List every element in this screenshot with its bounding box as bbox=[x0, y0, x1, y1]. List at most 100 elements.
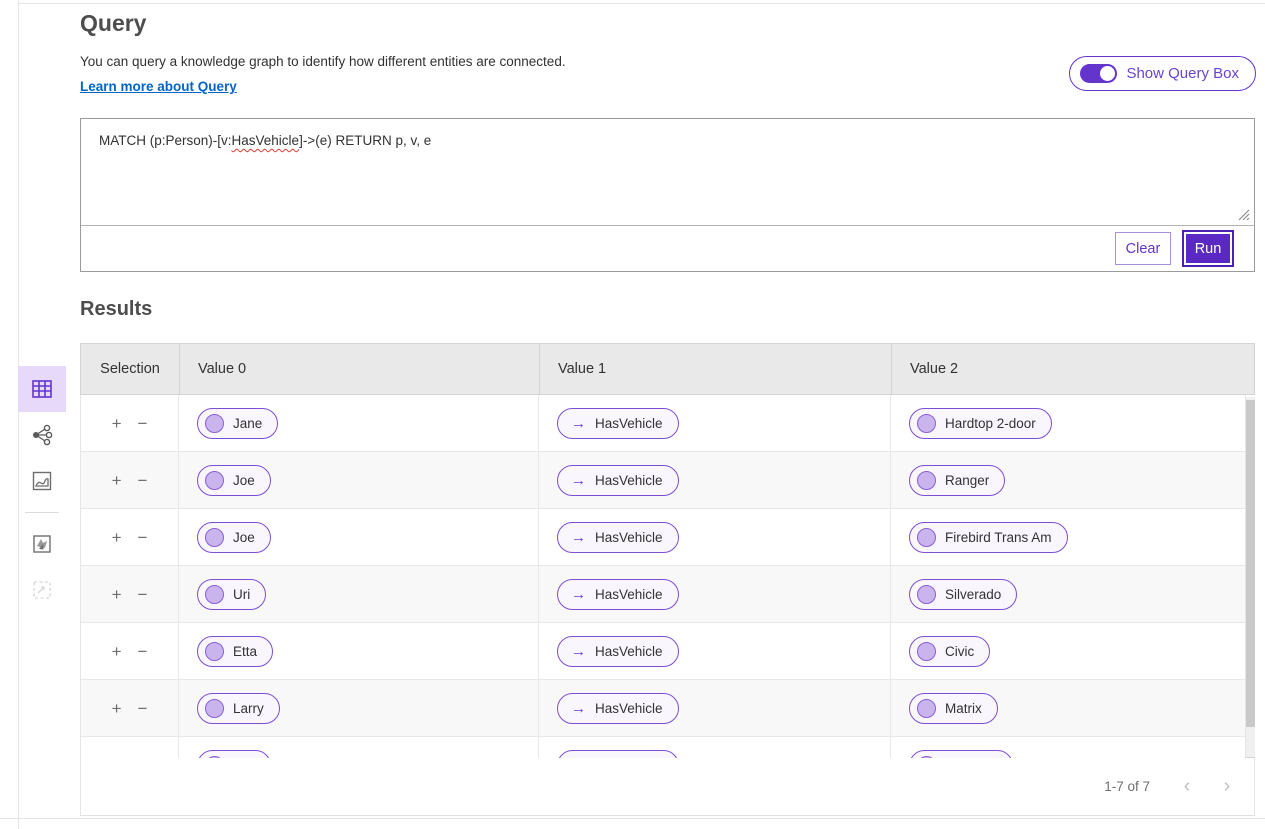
remove-from-selection-button[interactable]: − bbox=[138, 700, 148, 717]
value0-cell: Etta bbox=[178, 623, 538, 679]
table-scrollbar-thumb[interactable] bbox=[1246, 400, 1255, 727]
entity-pill[interactable]: Joe bbox=[197, 750, 271, 759]
entity-circle-icon bbox=[205, 585, 224, 604]
entity-pill[interactable]: Civic bbox=[909, 636, 990, 667]
column-header-selection: Selection bbox=[81, 344, 179, 394]
results-heading: Results bbox=[80, 298, 152, 321]
entity-label: Ranger bbox=[945, 473, 989, 488]
add-to-selection-button[interactable]: + bbox=[112, 586, 122, 603]
map-view-button[interactable] bbox=[18, 458, 66, 504]
value2-cell: Firebird Trans Am bbox=[890, 509, 1245, 565]
remove-from-selection-button[interactable]: − bbox=[138, 529, 148, 546]
pagination-prev-button[interactable]: ‹ bbox=[1174, 775, 1200, 798]
entity-circle-icon bbox=[917, 642, 936, 661]
entity-pill[interactable]: Etta bbox=[197, 636, 273, 667]
table-row: + − Etta → HasVehicle Civic bbox=[81, 623, 1245, 680]
entity-pill[interactable]: Joe bbox=[197, 522, 271, 553]
remove-from-selection-button[interactable]: − bbox=[138, 757, 148, 759]
relationship-label: HasVehicle bbox=[595, 416, 663, 431]
entity-circle-icon bbox=[205, 642, 224, 661]
entity-circle-icon bbox=[205, 756, 224, 759]
entity-circle-icon bbox=[917, 414, 936, 433]
relationship-pill[interactable]: → HasVehicle bbox=[557, 693, 679, 724]
resize-handle-icon[interactable] bbox=[1237, 208, 1251, 222]
relationship-pill[interactable]: → HasVehicle bbox=[557, 522, 679, 553]
entity-pill[interactable]: Firebird Trans Am bbox=[909, 522, 1068, 553]
run-button[interactable]: Run bbox=[1184, 232, 1232, 265]
entity-circle-icon bbox=[917, 699, 936, 718]
arrow-right-icon: → bbox=[571, 643, 586, 660]
remove-from-selection-button[interactable]: − bbox=[138, 472, 148, 489]
value0-cell: Uri bbox=[178, 566, 538, 622]
entity-pill[interactable]: Matrix bbox=[909, 693, 998, 724]
arrow-right-icon: → bbox=[571, 472, 586, 489]
pagination-next-button[interactable]: › bbox=[1214, 775, 1240, 798]
entity-label: Matrix bbox=[945, 701, 982, 716]
query-input[interactable]: MATCH (p:Person)-[v:HasVehicle]->(e) RET… bbox=[81, 119, 1254, 225]
query-text-misspelled: HasVehicle bbox=[232, 133, 300, 148]
page-title: Query bbox=[80, 10, 146, 37]
table-view-button[interactable] bbox=[18, 366, 66, 412]
pagination-range: 1-7 of 7 bbox=[1104, 779, 1150, 794]
query-text-after: ]->(e) RETURN p, v, e bbox=[299, 133, 431, 148]
relationship-pill[interactable]: → HasVehicle bbox=[557, 465, 679, 496]
entity-circle-icon bbox=[917, 585, 936, 604]
query-actions-bar: Clear Run bbox=[81, 225, 1254, 271]
add-to-selection-button[interactable]: + bbox=[112, 472, 122, 489]
entity-pill[interactable]: Jane bbox=[197, 408, 278, 439]
remove-from-selection-button[interactable]: − bbox=[138, 586, 148, 603]
add-to-selection-button[interactable]: + bbox=[112, 757, 122, 759]
toggle-switch-icon[interactable] bbox=[1080, 64, 1117, 83]
entity-circle-icon bbox=[205, 528, 224, 547]
selection-cell: + − bbox=[81, 395, 178, 451]
entity-pill[interactable]: Silverado bbox=[909, 579, 1017, 610]
link-chart-view-button[interactable] bbox=[18, 412, 66, 458]
entity-pill[interactable]: Larry bbox=[197, 693, 280, 724]
entity-pill[interactable]: Hardtop 2-door bbox=[909, 408, 1052, 439]
rail-divider bbox=[25, 512, 59, 513]
table-row: + − Joe → HasVehicle Ranger bbox=[81, 452, 1245, 509]
add-to-selection-button[interactable]: + bbox=[112, 415, 122, 432]
remove-from-selection-button[interactable]: − bbox=[138, 643, 148, 660]
show-query-box-toggle[interactable]: Show Query Box bbox=[1069, 56, 1256, 91]
add-to-selection-button[interactable]: + bbox=[112, 643, 122, 660]
relationship-label: HasVehicle bbox=[595, 758, 663, 759]
remove-from-selection-button[interactable]: − bbox=[138, 415, 148, 432]
table-header-row: Selection Value 0 Value 1 Value 2 bbox=[80, 343, 1255, 395]
new-link-chart-button bbox=[18, 567, 66, 613]
clear-button[interactable]: Clear bbox=[1115, 232, 1171, 265]
column-header-value2: Value 2 bbox=[891, 344, 1254, 394]
entity-label: Etta bbox=[233, 644, 257, 659]
entity-pill[interactable]: Mustang bbox=[909, 750, 1013, 759]
table-footer: 1-7 of 7 ‹ › bbox=[80, 757, 1255, 816]
relationship-pill[interactable]: → HasVehicle bbox=[557, 750, 679, 759]
relationship-pill[interactable]: → HasVehicle bbox=[557, 636, 679, 667]
entity-pill[interactable]: Uri bbox=[197, 579, 266, 610]
table-row: + − Joe → HasVehicle Firebird Trans Am bbox=[81, 509, 1245, 566]
relationship-label: HasVehicle bbox=[595, 701, 663, 716]
entity-circle-icon bbox=[917, 528, 936, 547]
relationship-pill[interactable]: → HasVehicle bbox=[557, 408, 679, 439]
entity-pill[interactable]: Joe bbox=[197, 465, 271, 496]
entity-pill[interactable]: Ranger bbox=[909, 465, 1005, 496]
add-to-selection-button[interactable]: + bbox=[112, 529, 122, 546]
map-icon bbox=[31, 470, 53, 492]
table-row: + − Larry → HasVehicle Matrix bbox=[81, 680, 1245, 737]
add-results-to-map-button[interactable] bbox=[18, 521, 66, 567]
value1-cell: → HasVehicle bbox=[538, 566, 890, 622]
entity-circle-icon bbox=[205, 471, 224, 490]
table-scrollbar[interactable] bbox=[1246, 397, 1255, 757]
learn-more-link[interactable]: Learn more about Query bbox=[80, 79, 237, 94]
selection-cell: + − bbox=[81, 566, 178, 622]
selection-cell: + − bbox=[81, 452, 178, 508]
entity-label: Joe bbox=[233, 530, 255, 545]
entity-circle-icon bbox=[205, 414, 224, 433]
relationship-pill[interactable]: → HasVehicle bbox=[557, 579, 679, 610]
bottom-panel-divider bbox=[0, 818, 1265, 819]
relationship-label: HasVehicle bbox=[595, 530, 663, 545]
arrow-right-icon: → bbox=[571, 586, 586, 603]
add-to-selection-button[interactable]: + bbox=[112, 700, 122, 717]
value0-cell: Joe bbox=[178, 452, 538, 508]
results-table: Selection Value 0 Value 1 Value 2 + − Ja… bbox=[80, 343, 1255, 816]
arrow-right-icon: → bbox=[571, 757, 586, 759]
